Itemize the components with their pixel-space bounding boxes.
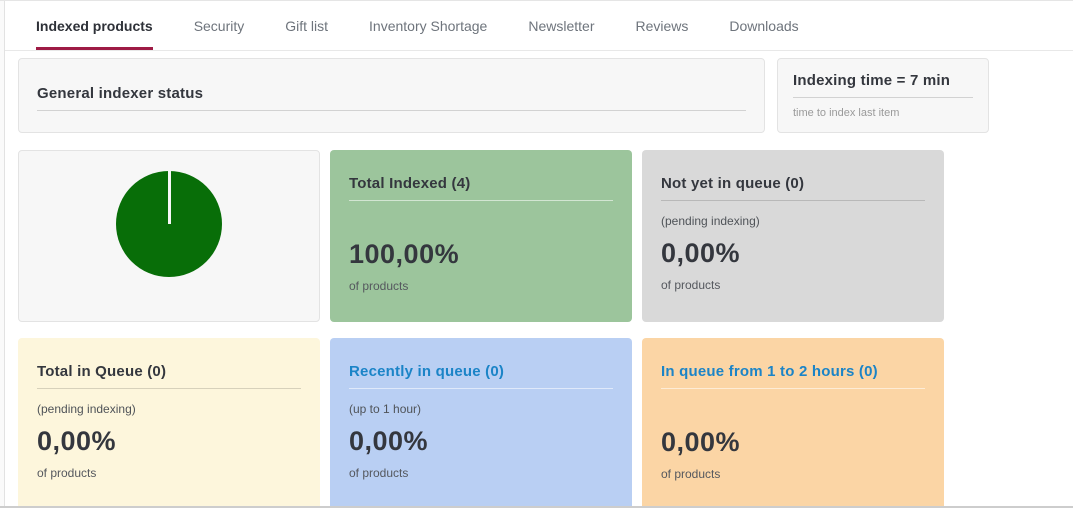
indexing-time-title: Indexing time = 7 min bbox=[793, 72, 973, 89]
kpi-queue-1-to-2-hours: In queue from 1 to 2 hours (0) 0,00% of … bbox=[642, 338, 944, 509]
divider bbox=[661, 388, 925, 389]
kpi-subtitle: (pending indexing) bbox=[37, 402, 301, 416]
general-indexer-status-card: General indexer status bbox=[18, 58, 765, 133]
tab-inventory-shortage[interactable]: Inventory Shortage bbox=[369, 1, 487, 50]
indexing-time-subtitle: time to index last item bbox=[793, 107, 973, 119]
tab-downloads[interactable]: Downloads bbox=[729, 1, 798, 50]
divider bbox=[349, 388, 613, 389]
tab-security[interactable]: Security bbox=[194, 1, 245, 50]
kpi-subtitle: (pending indexing) bbox=[661, 214, 925, 228]
tab-newsletter[interactable]: Newsletter bbox=[528, 1, 594, 50]
kpi-value: 100,00% bbox=[349, 239, 613, 270]
kpi-value: 0,00% bbox=[661, 427, 925, 458]
kpi-value: 0,00% bbox=[349, 426, 613, 457]
kpi-caption: of products bbox=[661, 278, 925, 292]
tab-indexed-products[interactable]: Indexed products bbox=[36, 1, 153, 50]
divider bbox=[793, 97, 973, 98]
tab-bar: Indexed products Security Gift list Inve… bbox=[0, 1, 1073, 51]
kpi-title: Total in Queue (0) bbox=[37, 363, 301, 380]
kpi-caption: of products bbox=[37, 466, 301, 480]
pie-slice-boundary bbox=[168, 171, 171, 224]
kpi-total-indexed: Total Indexed (4) 100,00% of products bbox=[330, 150, 632, 322]
kpi-total-in-queue: Total in Queue (0) (pending indexing) 0,… bbox=[18, 338, 320, 509]
dashboard-content: General indexer status Indexing time = 7… bbox=[0, 51, 1073, 509]
kpi-caption: of products bbox=[349, 279, 613, 293]
kpi-title: Not yet in queue (0) bbox=[661, 175, 925, 192]
kpi-caption: of products bbox=[349, 466, 613, 480]
divider bbox=[37, 388, 301, 389]
kpi-title: In queue from 1 to 2 hours (0) bbox=[661, 363, 925, 380]
divider bbox=[349, 200, 613, 201]
kpi-subtitle: (up to 1 hour) bbox=[349, 402, 613, 416]
indexed-pie-chart-card bbox=[18, 150, 320, 322]
tab-reviews[interactable]: Reviews bbox=[635, 1, 688, 50]
kpi-not-yet-in-queue: Not yet in queue (0) (pending indexing) … bbox=[642, 150, 944, 322]
pie-chart bbox=[116, 171, 222, 277]
kpi-caption: of products bbox=[661, 467, 925, 481]
kpi-title: Recently in queue (0) bbox=[349, 363, 613, 380]
divider bbox=[37, 110, 746, 111]
divider bbox=[661, 200, 925, 201]
kpi-title: Total Indexed (4) bbox=[349, 175, 613, 192]
kpi-value: 0,00% bbox=[37, 426, 301, 457]
content-panel-edge bbox=[0, 1, 5, 509]
indexing-time-card: Indexing time = 7 min time to index last… bbox=[777, 58, 989, 133]
kpi-value: 0,00% bbox=[661, 238, 925, 269]
kpi-recently-in-queue: Recently in queue (0) (up to 1 hour) 0,0… bbox=[330, 338, 632, 509]
general-indexer-status-title: General indexer status bbox=[37, 85, 746, 102]
tab-gift-list[interactable]: Gift list bbox=[285, 1, 328, 50]
